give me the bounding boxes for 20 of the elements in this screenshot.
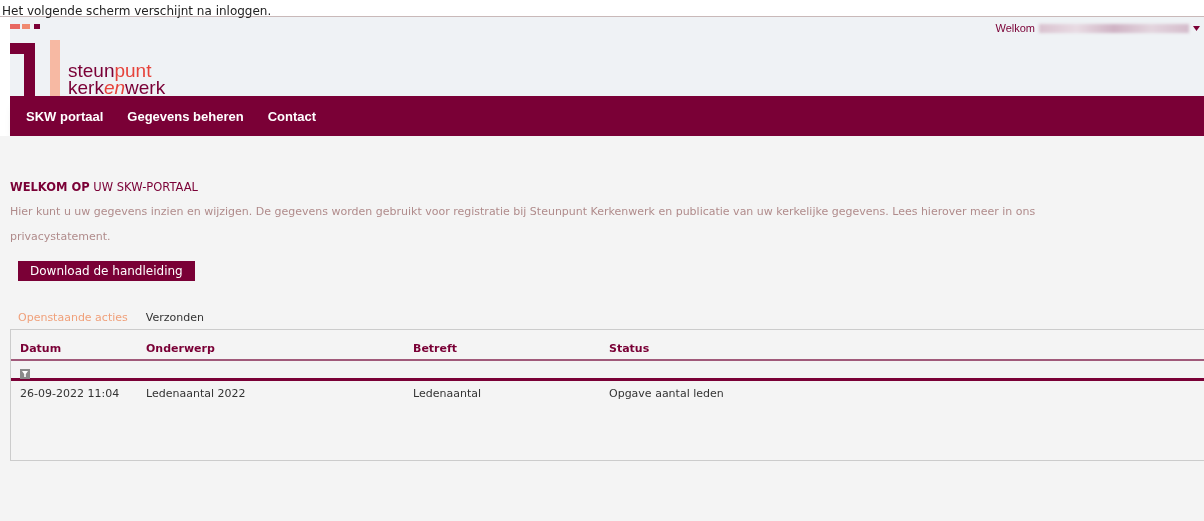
column-header[interactable]: Onderwerp <box>146 342 413 355</box>
filter-icon[interactable] <box>20 369 30 379</box>
table-cell-text: Ledenaantal 2022 <box>146 387 247 400</box>
intro-text: Hier kunt u uw gegevens inzien en wijzigen. De gegevens worden gebruikt voor registratie bij Steunpunt Kerkenwerk en publicatie van uw kerkelijke gegevens. Lees hierover meer in ons privacystatement. <box>10 204 1037 245</box>
logo-text: steunpunt kerkenwerk <box>68 62 166 96</box>
column-header[interactable]: Datum <box>20 342 146 355</box>
table-cell-text: 26-09-2022 11:04 <box>20 387 121 400</box>
download-button[interactable]: Download de handleiding <box>18 261 195 281</box>
tab[interactable]: Verzonden <box>145 311 204 324</box>
caret-icon[interactable] <box>1193 25 1200 31</box>
column-header[interactable]: Betreft <box>413 342 609 355</box>
column-header[interactable]: Status <box>609 342 1204 355</box>
nav-link[interactable]: SKW portaal <box>14 108 116 124</box>
welcome-heading: WELKOM OP UW SKW-PORTAAL <box>10 180 200 194</box>
caption-text: Het volgende scherm verschijnt na inloggen. <box>2 4 272 18</box>
nav-link[interactable]: Contact <box>255 108 328 124</box>
welcome-text: Welkom <box>995 22 1035 34</box>
table-cell-text: Ledenaantal <box>413 387 482 400</box>
table-cell-text: Opgave aantal leden <box>609 387 725 400</box>
nav-link[interactable]: Gegevens beheren <box>115 108 256 124</box>
